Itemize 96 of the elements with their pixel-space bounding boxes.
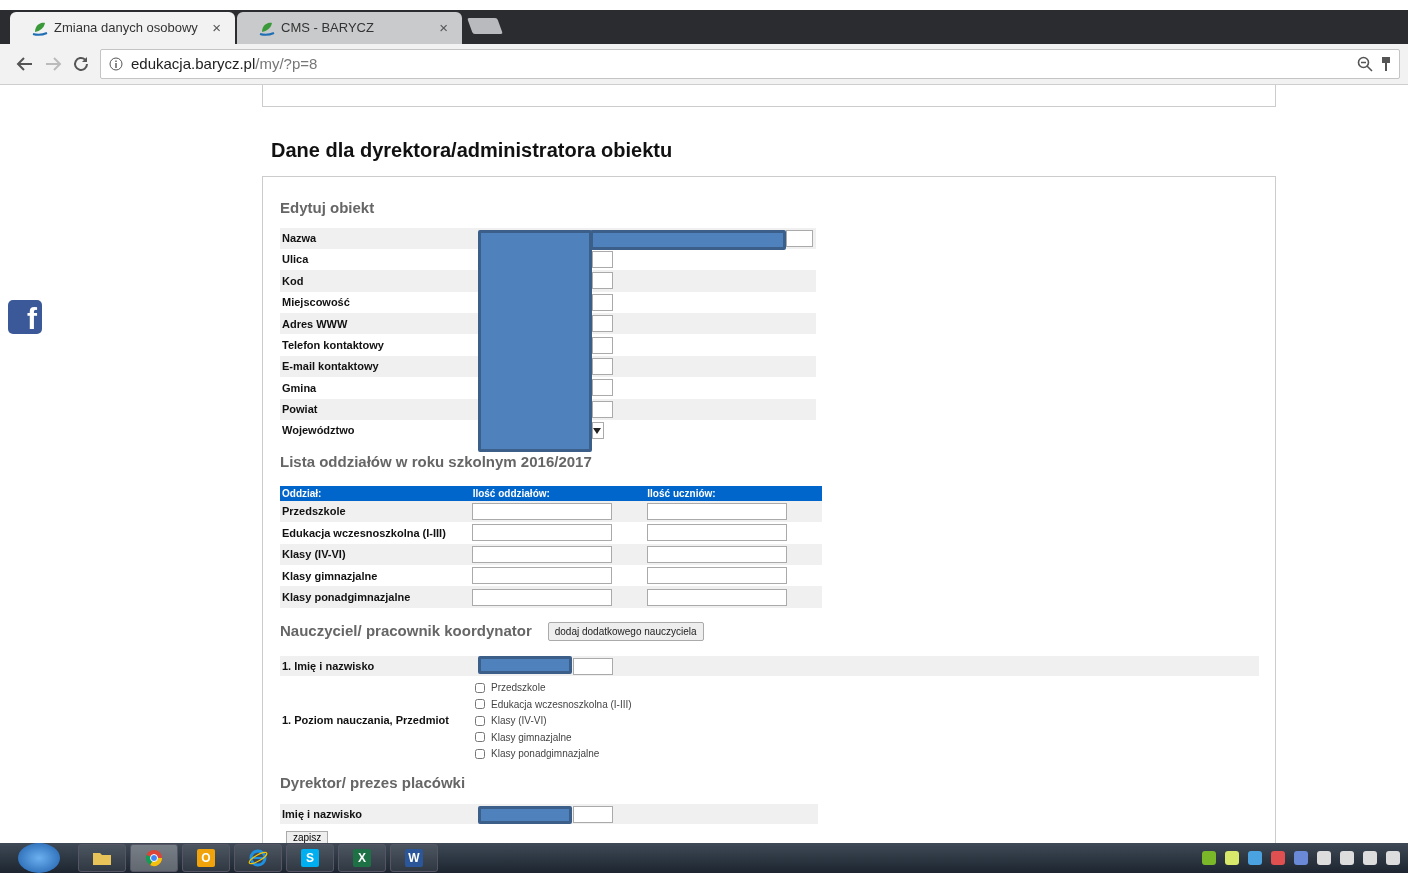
- key-icon[interactable]: [1381, 56, 1391, 72]
- add-teacher-button[interactable]: dodaj dodatkowego nauczyciela: [547, 621, 704, 641]
- field-label: 1. Poziom nauczania, Przedmiot: [281, 713, 450, 729]
- close-tab-button[interactable]: ×: [439, 16, 448, 40]
- number-field[interactable]: [647, 567, 787, 585]
- app-logo-icon: X: [353, 849, 371, 867]
- table-header: Oddział: Ilość oddziałów: Ilość uczniów:: [280, 485, 822, 501]
- back-icon[interactable]: [16, 55, 34, 73]
- field-label: Województwo: [281, 423, 356, 439]
- folder-icon: [92, 850, 112, 866]
- app-logo-icon: S: [301, 849, 319, 867]
- tray-icon[interactable]: [1248, 851, 1262, 865]
- checkbox[interactable]: [475, 715, 485, 726]
- row-label: Edukacja wczesnoszkolna (I-III): [281, 525, 447, 541]
- checkbox-label: Klasy gimnazjalne: [491, 730, 572, 745]
- page-heading: Dane dla dyrektora/administratora obiektu: [271, 138, 674, 163]
- taskbar-app[interactable]: [130, 844, 178, 872]
- tray-icon[interactable]: [1317, 851, 1331, 865]
- field-label: Adres WWW: [281, 316, 349, 332]
- app-logo-icon: W: [405, 849, 423, 867]
- number-field[interactable]: [647, 524, 787, 542]
- number-field[interactable]: [472, 567, 612, 585]
- checkbox[interactable]: [475, 682, 485, 693]
- text-field[interactable]: [573, 657, 613, 675]
- number-field[interactable]: [472, 503, 612, 521]
- info-icon: [109, 57, 123, 71]
- reload-icon[interactable]: [72, 55, 90, 73]
- tray-icon[interactable]: [1294, 851, 1308, 865]
- text-field[interactable]: [786, 229, 813, 247]
- tray-icon[interactable]: [1363, 851, 1377, 865]
- row-label: Klasy (IV-VI): [281, 547, 347, 563]
- text-field[interactable]: [592, 358, 613, 376]
- facebook-icon[interactable]: f: [8, 300, 42, 334]
- number-field[interactable]: [472, 545, 612, 563]
- tray-icon[interactable]: [1386, 851, 1400, 865]
- section-title: Nauczyciel/ pracownik koordynator: [280, 620, 532, 641]
- forward-icon[interactable]: [44, 55, 62, 73]
- checkbox[interactable]: [475, 748, 485, 759]
- number-field[interactable]: [647, 545, 787, 563]
- tray-icon[interactable]: [1340, 851, 1354, 865]
- address-bar[interactable]: edukacja.barycz.pl/my/?p=8: [100, 49, 1400, 79]
- text-field[interactable]: [573, 805, 613, 823]
- taskbar-app[interactable]: [234, 844, 282, 872]
- taskbar-app[interactable]: X: [338, 844, 386, 872]
- taskbar-app[interactable]: [78, 844, 126, 872]
- number-field[interactable]: [647, 588, 787, 606]
- row-label: Przedszkole: [281, 504, 347, 520]
- leaf-icon: [32, 20, 48, 36]
- section-title: Lista oddziałów w roku szkolnym 2016/2017: [280, 452, 593, 473]
- section-title: Edytuj obiekt: [280, 198, 376, 218]
- browser-tab[interactable]: CMS - BARYCZ ×: [237, 12, 462, 44]
- text-field[interactable]: [592, 315, 613, 333]
- checkbox-label: Klasy ponadgimnazjalne: [491, 747, 600, 762]
- taskbar-app[interactable]: W: [390, 844, 438, 872]
- save-button[interactable]: zapisz: [286, 831, 329, 843]
- text-field[interactable]: [592, 400, 613, 418]
- checkbox-label: Edukacja wczesnoszkolna (I-III): [491, 697, 632, 712]
- start-button[interactable]: [18, 843, 60, 873]
- row-label: Klasy gimnazjalne: [281, 568, 379, 584]
- field-label: E-mail kontaktowy: [281, 359, 380, 375]
- tray-icon[interactable]: [1225, 851, 1239, 865]
- text-field[interactable]: [592, 336, 613, 354]
- checkbox-label: Klasy (IV-VI): [491, 714, 547, 729]
- number-field[interactable]: [472, 588, 612, 606]
- field-label: Kod: [281, 273, 305, 289]
- text-field[interactable]: [592, 379, 613, 397]
- leaf-icon: [259, 20, 275, 36]
- browser-tab[interactable]: Zmiana danych osobowy ×: [10, 12, 235, 44]
- caret-icon: [593, 427, 601, 434]
- row-label: Klasy ponadgimnazjalne: [281, 589, 412, 605]
- text-field[interactable]: [592, 293, 613, 311]
- tray-icon[interactable]: [1202, 851, 1216, 865]
- number-field[interactable]: [647, 503, 787, 521]
- tray-icon[interactable]: [1271, 851, 1285, 865]
- field-label: Miejscowość: [281, 295, 351, 311]
- dropdown[interactable]: [592, 422, 604, 440]
- text-field[interactable]: [592, 251, 613, 269]
- field-label: Gmina: [281, 380, 318, 396]
- section-title: Dyrektor/ prezes placówki: [280, 772, 467, 793]
- number-field[interactable]: [472, 524, 612, 542]
- field-label: Nazwa: [281, 230, 318, 246]
- text-field[interactable]: [592, 272, 613, 290]
- close-tab-button[interactable]: ×: [212, 16, 221, 40]
- field-label: Powiat: [281, 402, 319, 418]
- field-label: Ulica: [281, 252, 310, 268]
- zoom-out-icon[interactable]: [1357, 56, 1373, 72]
- app-logo-icon: O: [197, 849, 215, 867]
- field-label: Telefon kontaktowy: [281, 337, 385, 353]
- checkbox[interactable]: [475, 732, 485, 743]
- field-label: 1. Imię i nazwisko: [281, 659, 376, 675]
- e-logo-icon: [248, 849, 268, 867]
- field-label: Imię i nazwisko: [281, 807, 364, 823]
- circle-logo-icon: [145, 849, 163, 867]
- checkbox[interactable]: [475, 699, 485, 710]
- new-tab-button[interactable]: [467, 18, 503, 34]
- checkbox-label: Przedszkole: [491, 681, 546, 696]
